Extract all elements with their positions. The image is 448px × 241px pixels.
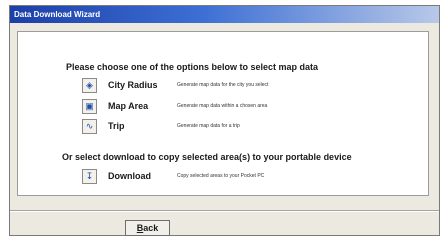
options-panel bbox=[17, 31, 429, 196]
option-description: Copy selected areas to your Pocket PC bbox=[177, 173, 265, 179]
download-icon[interactable]: ↧ bbox=[82, 169, 97, 184]
option-label[interactable]: Download bbox=[108, 171, 151, 181]
back-label: ack bbox=[143, 223, 159, 233]
back-button[interactable]: Back bbox=[125, 220, 170, 236]
wizard-window: Data Download Wizard Please choose one o… bbox=[9, 5, 440, 236]
footer-divider bbox=[10, 210, 439, 212]
option-description: Generate map data within a chosen area bbox=[177, 103, 268, 109]
option-label[interactable]: Map Area bbox=[108, 101, 148, 111]
trip-icon[interactable]: ∿ bbox=[82, 119, 97, 134]
city-radius-icon[interactable]: ◈ bbox=[82, 78, 97, 93]
option-label[interactable]: City Radius bbox=[108, 80, 158, 90]
option-label[interactable]: Trip bbox=[108, 121, 125, 131]
map-area-icon[interactable]: ▣ bbox=[82, 99, 97, 114]
window-titlebar: Data Download Wizard bbox=[10, 6, 439, 23]
download-heading: Or select download to copy selected area… bbox=[62, 152, 352, 162]
option-description: Generate map data for a trip bbox=[177, 123, 240, 129]
options-heading: Please choose one of the options below t… bbox=[66, 62, 319, 72]
option-description: Generate map data for the city you selec… bbox=[177, 82, 269, 88]
